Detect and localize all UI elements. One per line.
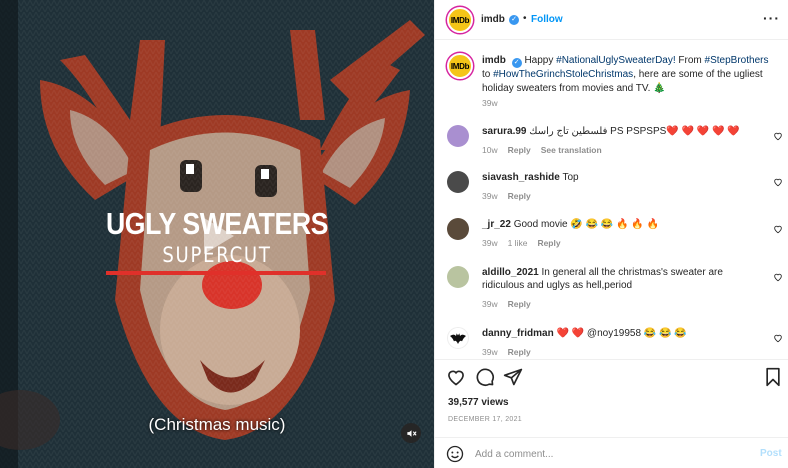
post-date: DECEMBER 17, 2021	[448, 416, 522, 423]
hashtag-link[interactable]: #HowTheGrinchStoleChristmas	[493, 69, 633, 80]
post-comment-button[interactable]: Post	[760, 448, 782, 459]
follow-button[interactable]: Follow	[531, 14, 563, 25]
comment-line: sarura.99 فلسطين تاج راسك PS PSPSPS❤️ ❤️…	[482, 125, 762, 138]
comment-line: siavash_rashide Top	[482, 171, 762, 184]
like-heart-icon[interactable]	[446, 367, 466, 387]
caption-text-2: From	[675, 55, 705, 66]
imdb-logo: IMDb	[450, 61, 470, 71]
reply-button[interactable]: Reply	[508, 191, 531, 201]
comment-meta: 39w Reply	[482, 299, 541, 309]
comment-input[interactable]	[475, 445, 745, 463]
post-caption: imdb ✓ Happy #NationalUglySweaterDay! Fr…	[482, 54, 777, 96]
share-send-icon[interactable]	[503, 367, 523, 387]
imdb-logo: IMDb	[450, 15, 470, 25]
comment-text: Good movie 🤣 😂 😂 🔥 🔥 🔥	[513, 219, 659, 230]
comment-username[interactable]: danny_fridman	[482, 328, 554, 339]
comment-meta: 10w Reply See translation	[482, 145, 612, 155]
comment-line: _jr_22 Good movie 🤣 😂 😂 🔥 🔥 🔥	[482, 218, 762, 231]
comment-likes[interactable]: 1 like	[508, 238, 528, 248]
reply-button[interactable]: Reply	[508, 347, 531, 357]
comment-line: danny_fridman ❤️ ❤️ @noy19958 😂 😂 😂	[482, 327, 762, 340]
title-underline	[106, 271, 326, 275]
bookmark-icon[interactable]	[763, 367, 783, 387]
comment-time[interactable]: 39w	[482, 299, 498, 309]
comment-item: aldillo_2021 In general all the christma…	[435, 266, 788, 314]
comment-meta: 39w Reply	[482, 347, 541, 357]
hashtag-link[interactable]: #StepBrothers	[705, 55, 769, 66]
post-header: IMDb imdb ✓ • Follow ···	[435, 0, 788, 40]
avatar[interactable]: IMDb	[447, 7, 473, 33]
comment-time[interactable]: 39w	[482, 238, 498, 248]
comment-meta: 39w Reply	[482, 191, 541, 201]
comment-username[interactable]: sarura.99	[482, 126, 526, 137]
comment-time[interactable]: 10w	[482, 145, 498, 155]
comment-username[interactable]: aldillo_2021	[482, 267, 539, 278]
heart-icon[interactable]	[773, 177, 783, 187]
see-translation-button[interactable]: See translation	[541, 145, 602, 155]
comment-text: ❤️ ❤️ @noy19958 😂 😂 😂	[556, 328, 687, 339]
heart-icon[interactable]	[773, 272, 783, 282]
comment-username[interactable]: _jr_22	[482, 219, 511, 230]
play-icon[interactable]	[204, 218, 234, 254]
heart-icon[interactable]	[773, 224, 783, 234]
comment-time[interactable]: 39w	[482, 191, 498, 201]
comment-line: aldillo_2021 In general all the christma…	[482, 266, 762, 292]
comment-time[interactable]: 39w	[482, 347, 498, 357]
comment-meta: 39w 1 like Reply	[482, 238, 571, 248]
video-caption: (Christmas music)	[148, 415, 286, 434]
emoji-icon[interactable]	[446, 445, 464, 463]
comment-text: فلسطين تاج راسك PS PSPSPS❤️ ❤️ ❤️ ❤️ ❤️	[529, 126, 740, 137]
comment-icon[interactable]	[475, 367, 495, 387]
caption-time[interactable]: 39w	[482, 98, 498, 108]
comment-item: sarura.99 فلسطين تاج راسك PS PSPSPS❤️ ❤️…	[435, 125, 788, 165]
avatar[interactable]	[447, 266, 469, 288]
post-actions: 39,577 views DECEMBER 17, 2021 Post	[435, 359, 788, 468]
avatar[interactable]	[447, 327, 469, 349]
reply-button[interactable]: Reply	[508, 145, 531, 155]
comments-list[interactable]: IMDb imdb ✓ Happy #NationalUglySweaterDa…	[435, 41, 788, 359]
heart-icon[interactable]	[773, 333, 783, 343]
verified-badge-icon: ✓	[511, 58, 522, 68]
view-count[interactable]: 39,577 views	[448, 397, 509, 408]
comment-item: siavash_rashide Top 39w Reply	[435, 171, 788, 211]
heart-icon[interactable]	[773, 131, 783, 141]
comment-text: Top	[562, 172, 579, 183]
video-player[interactable]: UGLY SWEATERS SUPERCUT (Christmas music)	[0, 0, 434, 468]
reply-button[interactable]: Reply	[537, 238, 560, 248]
caption-text-1: Happy	[521, 55, 557, 66]
add-comment-bar: Post	[435, 437, 788, 468]
caption-text-3: to	[482, 69, 494, 80]
hashtag-link[interactable]: #NationalUglySweaterDay!	[556, 55, 676, 66]
header-username[interactable]: imdb	[481, 14, 505, 25]
separator-dot: •	[523, 13, 527, 24]
reply-button[interactable]: Reply	[508, 299, 531, 309]
avatar[interactable]	[447, 171, 469, 193]
comment-item: danny_fridman ❤️ ❤️ @noy19958 😂 😂 😂 39w R…	[435, 327, 788, 359]
mute-icon[interactable]	[401, 423, 421, 443]
avatar[interactable]	[447, 218, 469, 240]
caption-avatar[interactable]: IMDb	[447, 53, 473, 79]
comment-username[interactable]: siavash_rashide	[482, 172, 560, 183]
post-panel: IMDb imdb ✓ • Follow ··· IMDb imdb ✓ Hap…	[434, 0, 788, 468]
batman-logo-icon	[450, 333, 466, 344]
more-options-icon[interactable]: ···	[763, 10, 780, 26]
comment-item: _jr_22 Good movie 🤣 😂 😂 🔥 🔥 🔥 39w 1 like R…	[435, 218, 788, 258]
verified-badge-icon: ✓	[509, 15, 519, 25]
avatar[interactable]	[447, 125, 469, 147]
caption-username[interactable]: imdb	[482, 55, 506, 66]
